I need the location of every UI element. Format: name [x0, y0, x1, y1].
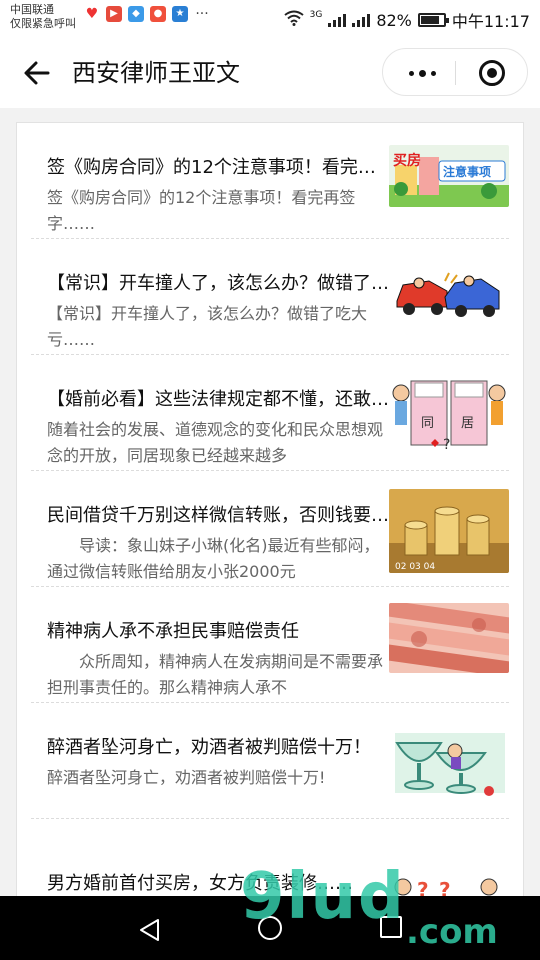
- article-summary: 导读：象山妹子小琳(化名)最近有些郁闷，通过微信转账借给朋友小张2000元: [47, 536, 380, 581]
- battery-fill: [420, 16, 439, 24]
- article-item[interactable]: 签《购房合同》的12个注意事项！看完再签字…… 签《购房合同》的12个注意事项！…: [31, 123, 509, 239]
- network-type: 3G: [309, 10, 323, 20]
- arrow-left-icon: [24, 61, 50, 85]
- thumb-text-buy-house: 买房: [393, 152, 421, 169]
- wifi-icon: [283, 10, 304, 30]
- article-summary: 【常识】开车撞人了，该怎么办？做错了吃大亏……: [47, 304, 368, 349]
- mini-program-capsule: [382, 48, 528, 96]
- article-title: 民间借贷千万别这样微信转账，否则钱要不回来: [47, 505, 389, 526]
- article-item[interactable]: 【常识】开车撞人了，该怎么办？做错了吃大亏…… 【常识】开车撞人了，该怎么办？做…: [31, 239, 509, 355]
- status-bar: 中国联通 仅限紧急呼叫 ♥ ▶ ◆ ● ★ ··· 3G 82% 中午11:17: [0, 0, 540, 38]
- thumb-text-ju: 居: [461, 416, 474, 431]
- thumb-text-notice: 注意事项: [443, 164, 491, 179]
- signal-icon-2: [352, 13, 371, 27]
- clock: 中午11:17: [451, 12, 530, 31]
- article-summary: 醉酒者坠河身亡，劝酒者被判赔偿十万!: [47, 768, 326, 787]
- dot: [408, 70, 414, 76]
- navigation-bar: 西安律师王亚文: [0, 38, 540, 108]
- battery-icon: [417, 13, 449, 27]
- back-button[interactable]: [22, 58, 52, 88]
- battery-percent: 82%: [376, 10, 412, 30]
- article-item[interactable]: 民间借贷千万别这样微信转账，否则钱要不回来 导读：象山妹子小琳(化名)最近有些郁…: [31, 471, 509, 587]
- map-icon: ●: [150, 6, 166, 22]
- system-status: 3G 82% 中午11:17: [283, 8, 530, 32]
- thumb-text-tong: 同: [421, 416, 434, 431]
- question-mark-icon: ?: [443, 437, 450, 453]
- dot: [418, 69, 426, 77]
- heart-rate-icon: ♥: [84, 6, 100, 22]
- article-thumbnail: 02 03 04: [389, 489, 509, 573]
- article-thumbnail: 买房 注意事项: [389, 145, 509, 207]
- article-item[interactable]: 精神病人承不承担民事赔偿责任 众所周知，精神病人在发病期间是不需要承担刑事责任的…: [31, 587, 509, 703]
- more-dots-icon: ···: [195, 6, 209, 22]
- signal-icon: [328, 13, 347, 27]
- triangle-back-icon: [140, 919, 159, 941]
- article-title: 签《购房合同》的12个注意事项！看完再签字……: [47, 157, 389, 178]
- bank-icon: ★: [172, 6, 188, 22]
- article-thumbnail: [389, 261, 509, 323]
- watermark-domain: .com: [406, 912, 498, 952]
- watermark-logo: 9lud: [240, 860, 406, 934]
- article-title: 精神病人承不承担民事赔偿责任: [47, 621, 299, 642]
- article-item[interactable]: 【婚前必看】这些法律规定都不懂，还敢结婚？ 随着社会的发展、道德观念的变化和民众…: [31, 355, 509, 471]
- article-item[interactable]: 醉酒者坠河身亡，劝酒者被判赔偿十万！ 醉酒者坠河身亡，劝酒者被判赔偿十万!: [31, 703, 509, 819]
- more-options-button[interactable]: [401, 61, 443, 85]
- carrier-name: 中国联通: [10, 3, 54, 16]
- article-title: 【婚前必看】这些法律规定都不懂，还敢结婚？: [47, 389, 389, 410]
- thumb-axis-label: 02 03 04: [395, 562, 435, 572]
- system-back-button[interactable]: [138, 918, 160, 946]
- article-list: 签《购房合同》的12个注意事项！看完再签字…… 签《购房合同》的12个注意事项！…: [16, 122, 524, 922]
- article-thumbnail: [389, 719, 509, 803]
- app-icon: ◆: [128, 6, 144, 22]
- notification-icons: ♥ ▶ ◆ ● ★ ···: [84, 6, 210, 22]
- capsule-divider: [455, 61, 456, 85]
- article-summary: 随着社会的发展、道德观念的变化和民众思想观念的开放，同居现象已经越来越多: [47, 420, 384, 465]
- close-mini-program-button[interactable]: [479, 60, 505, 86]
- dot: [430, 70, 436, 76]
- article-thumbnail: 同 居 ?: [389, 371, 509, 455]
- carrier-info: 中国联通 仅限紧急呼叫: [10, 3, 76, 31]
- article-thumbnail: [389, 603, 509, 673]
- carrier-status: 仅限紧急呼叫: [10, 17, 76, 30]
- page-title: 西安律师王亚文: [72, 59, 240, 87]
- article-summary: 签《购房合同》的12个注意事项！看完再签字……: [47, 188, 356, 233]
- article-title: 【常识】开车撞人了，该怎么办？做错了吃大亏……: [47, 273, 389, 294]
- article-title: 醉酒者坠河身亡，劝酒者被判赔偿十万！: [47, 737, 371, 758]
- article-summary: 众所周知，精神病人在发病期间是不需要承担刑事责任的。那么精神病人承不: [47, 652, 384, 697]
- video-icon: ▶: [106, 6, 122, 22]
